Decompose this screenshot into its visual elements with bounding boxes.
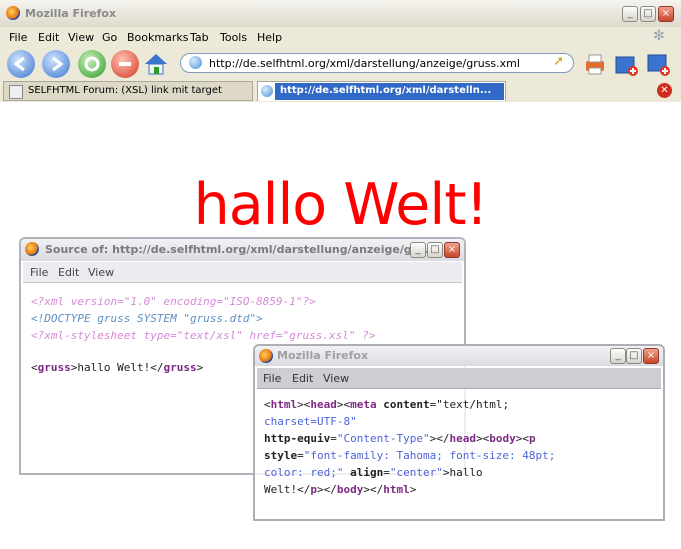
url-text[interactable]: http://de.selfhtml.org/xml/darstellung/a…: [209, 57, 520, 70]
menu-view[interactable]: View: [323, 372, 349, 385]
maximize-button[interactable]: □: [640, 6, 656, 22]
firefox-result-window[interactable]: Mozilla Firefox _ □ × File Edit View <ht…: [253, 344, 665, 521]
code-line-6: Welt!</p></body></html>: [264, 483, 417, 496]
site-globe-icon: [261, 85, 273, 97]
firefox-icon: [6, 6, 20, 20]
tab-label: http://de.selfhtml.org/xml/darstelln...: [280, 85, 492, 96]
menu-bookmarks[interactable]: Bookmarks: [127, 31, 188, 44]
forward-icon[interactable]: [42, 50, 70, 78]
menu-file[interactable]: File: [30, 266, 48, 279]
menu-view[interactable]: View: [88, 266, 114, 279]
minimize-button[interactable]: _: [410, 242, 426, 258]
print-icon[interactable]: [580, 50, 608, 78]
result-window-title: Mozilla Firefox: [277, 349, 369, 362]
result-menu-bar: File Edit View: [257, 368, 661, 389]
menu-go[interactable]: Go: [102, 31, 117, 44]
tab-gruss-xml[interactable]: http://de.selfhtml.org/xml/darstelln...: [257, 81, 506, 101]
window-titlebar[interactable]: Mozilla Firefox _ □ ×: [0, 0, 681, 28]
minimize-button[interactable]: _: [610, 348, 626, 364]
code-line-3: http-equiv="Content-Type"></head><body><…: [264, 432, 536, 445]
window-title: Mozilla Firefox: [25, 7, 117, 20]
maximize-button[interactable]: □: [626, 348, 642, 364]
bookmark-add-icon[interactable]: [644, 50, 672, 78]
menu-tab[interactable]: Tab: [190, 31, 209, 44]
close-tab-icon[interactable]: ✕: [657, 83, 672, 98]
code-stylesheet-pi: <?xml-stylesheet type="text/xsl" href="g…: [31, 329, 376, 342]
code-doctype: <!DOCTYPE gruss SYSTEM "gruss.dtd">: [31, 312, 263, 325]
menu-tools[interactable]: Tools: [220, 31, 247, 44]
menu-edit[interactable]: Edit: [58, 266, 79, 279]
firefox-icon: [259, 349, 273, 363]
page-icon: [9, 85, 23, 99]
menu-view[interactable]: View: [68, 31, 94, 44]
site-globe-icon: [189, 56, 202, 69]
close-button[interactable]: ×: [643, 348, 659, 364]
source-titlebar[interactable]: Source of: http://de.selfhtml.org/xml/da…: [21, 239, 464, 261]
stop-icon[interactable]: [111, 50, 139, 78]
reload-icon[interactable]: [78, 50, 106, 78]
code-line-4: style="font-family: Tahoma; font-size: 4…: [264, 449, 556, 462]
menu-help[interactable]: Help: [257, 31, 282, 44]
tab-selfhtml-forum[interactable]: SELFHTML Forum: (XSL) link mit target: [3, 81, 253, 101]
firefox-icon: [25, 242, 39, 256]
code-gruss-element: <gruss>hallo Welt!</gruss>: [31, 361, 204, 374]
source-menu-bar: File Edit View: [23, 262, 462, 283]
code-line-1: <html><head><meta content="text/html;: [264, 398, 510, 411]
url-bar[interactable]: http://de.selfhtml.org/xml/darstellung/a…: [180, 53, 574, 73]
go-icon[interactable]: ➚: [553, 54, 564, 69]
code-line-2: charset=UTF-8": [264, 415, 357, 428]
menu-file[interactable]: File: [263, 372, 281, 385]
minimize-button[interactable]: _: [622, 6, 638, 22]
result-titlebar[interactable]: Mozilla Firefox _ □ ×: [255, 346, 663, 366]
tab-label: SELFHTML Forum: (XSL) link mit target: [28, 85, 222, 96]
code-line-5: color: red;" align="center">hallo: [264, 466, 483, 479]
new-tab-icon[interactable]: [612, 50, 640, 78]
source-window-title: Source of: http://de.selfhtml.org/xml/da…: [45, 243, 438, 256]
hallo-welt-heading: hallo Welt!: [193, 172, 489, 238]
code-xml-declaration: <?xml version="1.0" encoding="ISO-8859-1…: [31, 295, 316, 308]
close-button[interactable]: ×: [444, 242, 460, 258]
maximize-button[interactable]: □: [427, 242, 443, 258]
menu-edit[interactable]: Edit: [292, 372, 313, 385]
menu-edit[interactable]: Edit: [38, 31, 59, 44]
home-icon[interactable]: [142, 50, 170, 78]
back-icon[interactable]: [7, 50, 35, 78]
throbber-icon: ✻: [653, 28, 665, 44]
close-button[interactable]: ×: [658, 6, 674, 22]
menu-file[interactable]: File: [9, 31, 27, 44]
menu-bar: File Edit View Go Bookmarks Tab Tools He…: [0, 27, 681, 47]
